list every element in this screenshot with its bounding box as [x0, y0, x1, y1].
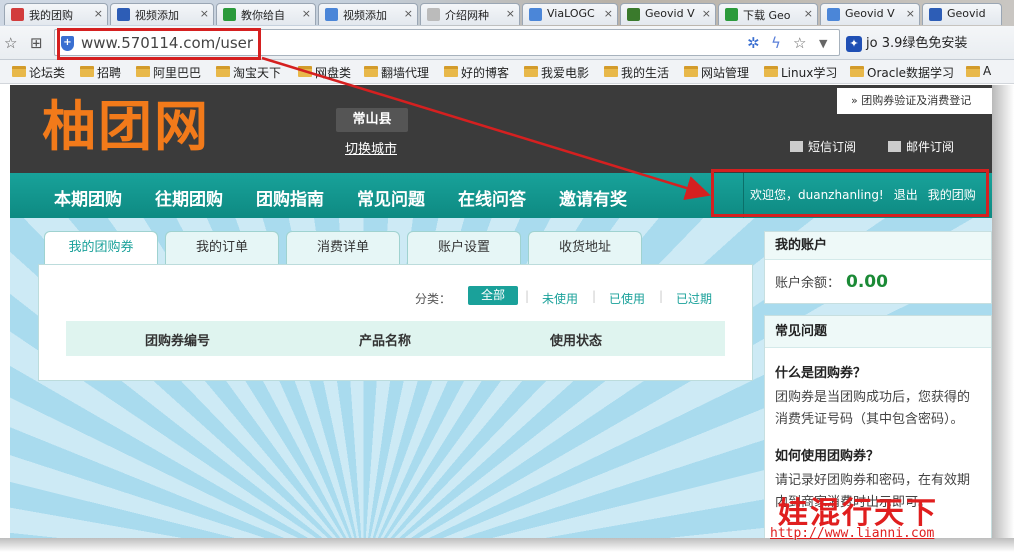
arrow-line [261, 56, 711, 201]
watermark-url: http://www.lianni.com [770, 526, 935, 541]
annotation-arrow [261, 56, 711, 201]
page-shadow-right [992, 85, 1014, 552]
